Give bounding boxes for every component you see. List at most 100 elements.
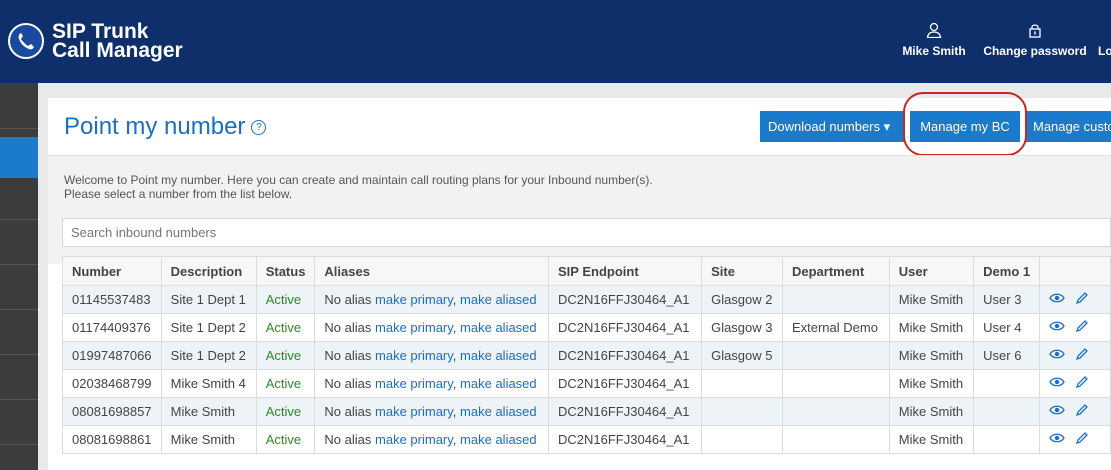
eye-icon[interactable] [1049, 432, 1065, 447]
table-row[interactable]: 08081698857 Mike Smith Active No alias make… [62, 397, 1111, 426]
pencil-icon[interactable] [1075, 347, 1089, 364]
column-header-number[interactable]: Number [62, 256, 162, 286]
alias-text: No alias [324, 432, 372, 447]
pencil-icon[interactable] [1075, 291, 1089, 308]
cell-department [781, 369, 890, 398]
table-row[interactable]: 01145537483 Site 1 Dept 1 Active No alias m… [62, 285, 1111, 314]
column-header-demo1[interactable]: Demo 1 [973, 256, 1041, 286]
make-aliased-link[interactable]: make aliased [460, 404, 537, 419]
make-primary-link[interactable]: make primary [375, 348, 453, 363]
make-primary-link[interactable]: make primary [375, 320, 453, 335]
column-header-description[interactable]: Description [160, 256, 257, 286]
cell-status: Active [255, 285, 316, 314]
eye-icon[interactable] [1049, 320, 1065, 335]
help-icon[interactable]: ? [251, 120, 267, 136]
cell-aliases: No alias make primary, make aliased [314, 313, 549, 342]
cell-status: Active [255, 425, 316, 454]
cell-description: Mike Smith 4 [160, 369, 257, 398]
column-header-aliases[interactable]: Aliases [314, 256, 549, 286]
make-primary-link[interactable]: make primary [375, 432, 453, 447]
column-header-status[interactable]: Status [255, 256, 316, 286]
rail-divider [0, 264, 38, 265]
cell-number: 01174409376 [62, 313, 162, 342]
cell-description: Mike Smith [160, 425, 257, 454]
column-header-site[interactable]: Site [701, 256, 783, 286]
cell-demo1 [973, 425, 1041, 454]
cell-department [781, 341, 890, 370]
make-primary-link[interactable]: make primary [375, 376, 453, 391]
cell-user: Mike Smith [888, 425, 975, 454]
alias-text: No alias [324, 292, 372, 307]
cell-user: Mike Smith [888, 285, 975, 314]
eye-icon[interactable] [1049, 292, 1065, 307]
cell-aliases: No alias make primary, make aliased [314, 425, 549, 454]
pencil-icon[interactable] [1075, 431, 1089, 448]
column-header-sip-endpoint[interactable]: SIP Endpoint [547, 256, 703, 286]
cell-aliases: No alias make primary, make aliased [314, 369, 549, 398]
eye-icon[interactable] [1049, 348, 1065, 363]
cell-number: 02038468799 [62, 369, 162, 398]
pencil-icon[interactable] [1075, 403, 1089, 420]
rail-item-active[interactable] [0, 137, 38, 178]
cell-user: Mike Smith [888, 313, 975, 342]
app-title[interactable]: SIP Trunk Call Manager [52, 21, 183, 61]
user-menu[interactable]: Mike Smith [896, 22, 972, 58]
manage-custom-button[interactable]: Manage custo [1025, 111, 1111, 142]
logout-link[interactable]: Lo [1098, 44, 1111, 58]
cell-actions [1039, 285, 1111, 314]
alias-text: No alias [324, 348, 372, 363]
user-name: Mike Smith [902, 44, 966, 58]
rail-divider [0, 128, 38, 129]
cell-description: Site 1 Dept 2 [160, 341, 257, 370]
cell-site: Glasgow 2 [701, 285, 783, 314]
cell-actions [1039, 341, 1111, 370]
cell-sip-endpoint: DC2N16FFJ30464_A1 [547, 341, 703, 370]
cell-description: Mike Smith [160, 397, 257, 426]
welcome-text: Welcome to Point my number. Here you can… [64, 173, 653, 201]
alias-separator: , [452, 292, 457, 307]
make-aliased-link[interactable]: make aliased [460, 348, 537, 363]
make-aliased-link[interactable]: make aliased [460, 376, 537, 391]
download-numbers-button[interactable]: Download numbers ▾ [760, 111, 904, 142]
pencil-icon[interactable] [1075, 375, 1089, 392]
cell-actions [1039, 397, 1111, 426]
table-header-row: Number Description Status Aliases SIP En… [62, 256, 1111, 286]
alias-separator: , [452, 376, 457, 391]
column-header-actions [1039, 256, 1111, 286]
make-aliased-link[interactable]: make aliased [460, 432, 537, 447]
page-title-text: Point my number [64, 113, 246, 140]
column-header-department[interactable]: Department [781, 256, 890, 286]
eye-icon[interactable] [1049, 404, 1065, 419]
change-password-link[interactable]: Change password [980, 22, 1090, 58]
make-primary-link[interactable]: make primary [375, 404, 453, 419]
make-aliased-link[interactable]: make aliased [460, 292, 537, 307]
rail-divider [0, 354, 38, 355]
pencil-icon[interactable] [1075, 319, 1089, 336]
table-row[interactable]: 08081698861 Mike Smith Active No alias make… [62, 425, 1111, 454]
cell-number: 08081698857 [62, 397, 162, 426]
table-row[interactable]: 01997487066 Site 1 Dept 2 Active No alias m… [62, 341, 1111, 370]
table-row[interactable]: 01174409376 Site 1 Dept 2 Active No alias m… [62, 313, 1111, 342]
cell-demo1 [973, 369, 1041, 398]
make-aliased-link[interactable]: make aliased [460, 320, 537, 335]
rail-divider [0, 219, 38, 220]
cell-site [701, 369, 783, 398]
cell-demo1: User 6 [973, 341, 1041, 370]
rail-divider [0, 444, 38, 445]
eye-icon[interactable] [1049, 376, 1065, 391]
app-header: SIP Trunk Call Manager Mike Smith Change… [0, 0, 1111, 83]
cell-status: Active [255, 313, 316, 342]
cell-user: Mike Smith [888, 397, 975, 426]
column-header-user[interactable]: User [888, 256, 975, 286]
cell-site: Glasgow 3 [701, 313, 783, 342]
table-row[interactable]: 02038468799 Mike Smith 4 Active No alias ma… [62, 369, 1111, 398]
search-input[interactable] [62, 218, 1111, 247]
cell-site: Glasgow 5 [701, 341, 783, 370]
cell-demo1: User 3 [973, 285, 1041, 314]
alias-separator: , [452, 348, 457, 363]
cell-department [781, 425, 890, 454]
cell-sip-endpoint: DC2N16FFJ30464_A1 [547, 285, 703, 314]
cell-site [701, 397, 783, 426]
make-primary-link[interactable]: make primary [375, 292, 453, 307]
cell-sip-endpoint: DC2N16FFJ30464_A1 [547, 425, 703, 454]
